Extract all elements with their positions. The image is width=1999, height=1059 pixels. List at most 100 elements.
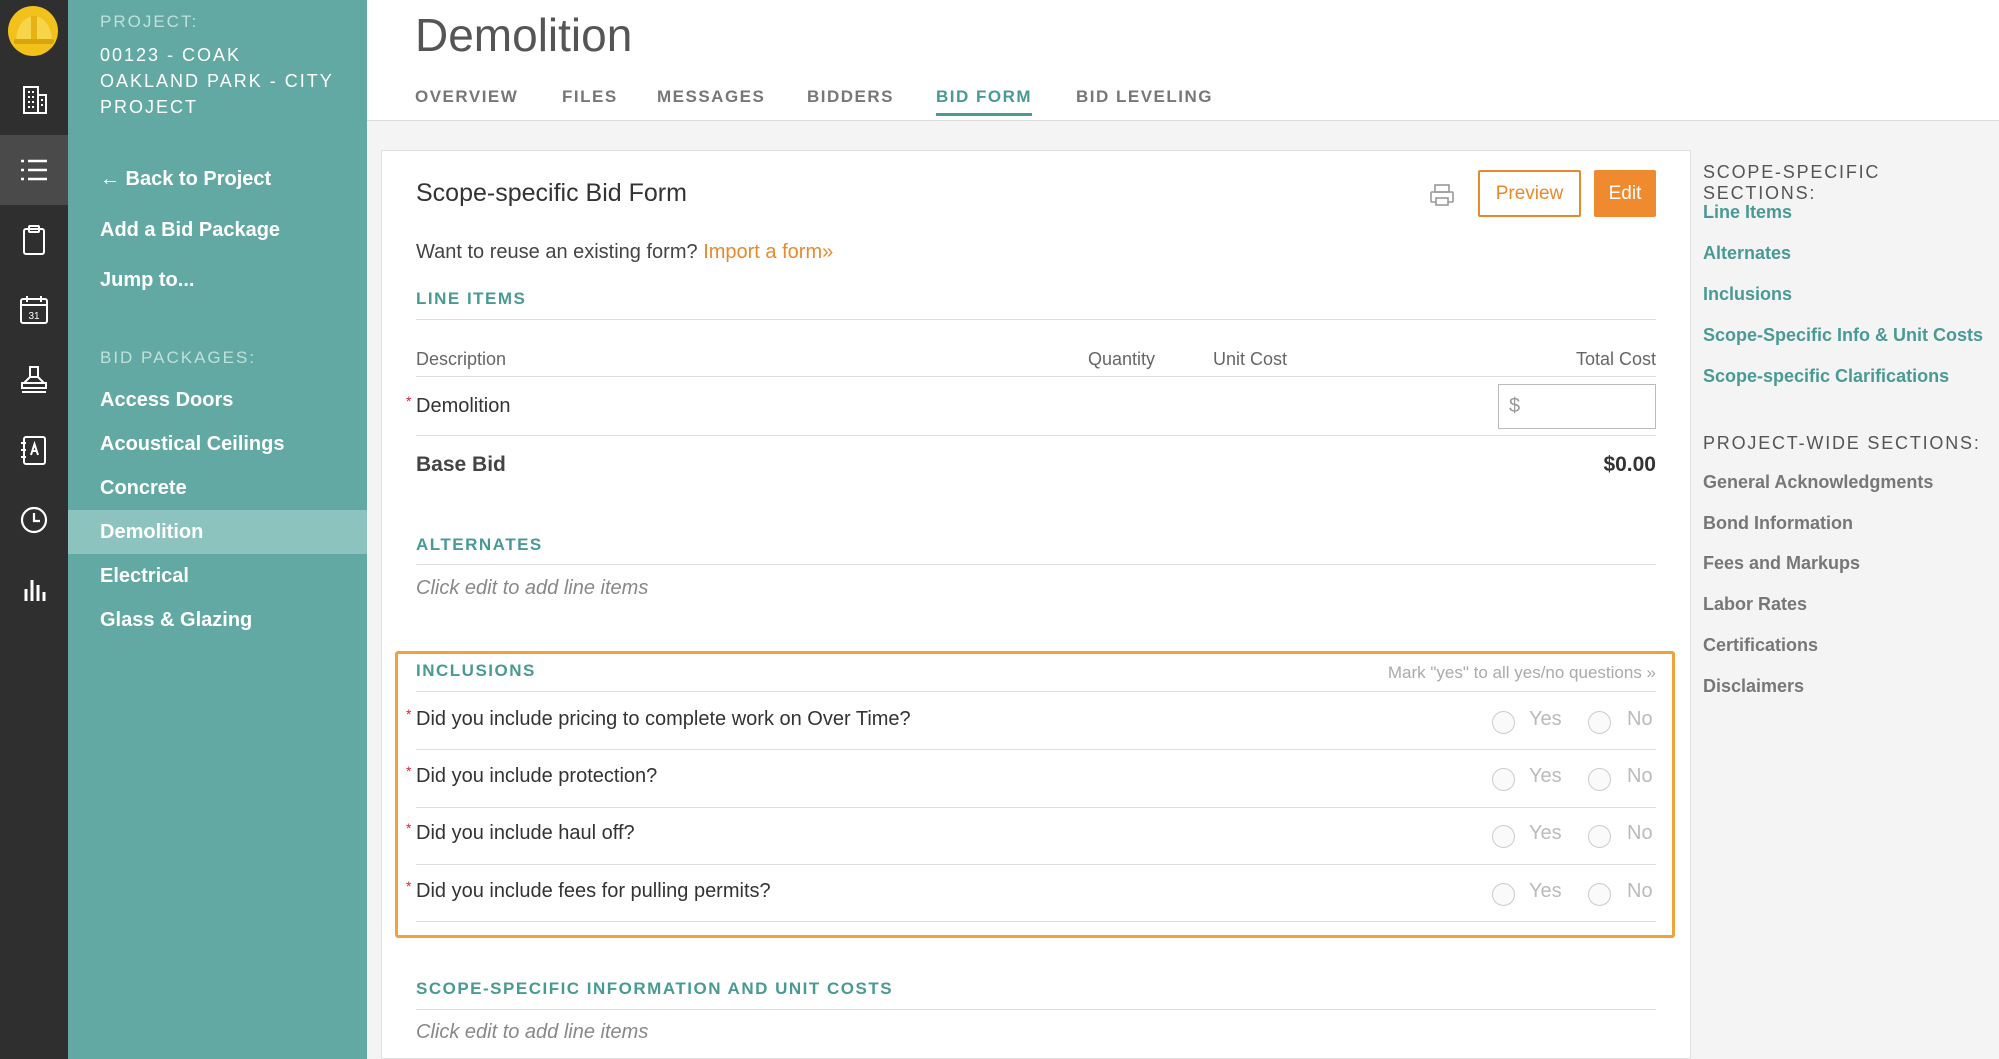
nav-fees-markups[interactable]: Fees and Markups	[1703, 553, 1860, 574]
back-to-project-link[interactable]: ← Back to Project	[100, 168, 271, 191]
divider	[416, 376, 1656, 377]
required-mark: *	[406, 763, 412, 779]
nav-scope-clarifications[interactable]: Scope-specific Clarifications	[1703, 366, 1949, 387]
bid-packages-heading: BID PACKAGES:	[100, 348, 257, 367]
yes-radio[interactable]	[1492, 768, 1515, 791]
page-header: Demolition OVERVIEW FILES MESSAGES BIDDE…	[367, 0, 1999, 121]
inclusion-question: Did you include pricing to complete work…	[416, 708, 911, 730]
yes-radio[interactable]	[1492, 711, 1515, 734]
nav-general-acknowledgments[interactable]: General Acknowledgments	[1703, 472, 1933, 493]
nav-labor-rates[interactable]: Labor Rates	[1703, 594, 1807, 615]
print-icon[interactable]	[1428, 181, 1456, 209]
nav-inclusions[interactable]: Inclusions	[1703, 284, 1792, 305]
inclusion-question: Did you include fees for pulling permits…	[416, 880, 771, 902]
nav-disclaimers[interactable]: Disclaimers	[1703, 676, 1804, 697]
edit-button[interactable]: Edit	[1594, 170, 1656, 217]
divider	[416, 921, 1656, 922]
yes-radio[interactable]	[1492, 883, 1515, 906]
hardhat-logo-icon[interactable]	[6, 4, 60, 58]
line-items-heading: LINE ITEMS	[416, 289, 527, 308]
project-sections-heading: PROJECT-WIDE SECTIONS:	[1703, 433, 1981, 453]
divider	[416, 435, 1656, 436]
required-mark: *	[406, 820, 412, 836]
no-label: No	[1627, 822, 1653, 844]
no-label: No	[1627, 708, 1653, 730]
total-cost-input[interactable]: $	[1498, 384, 1656, 429]
divider	[416, 691, 1656, 692]
yes-label: Yes	[1529, 880, 1562, 902]
tab-bidders[interactable]: BIDDERS	[807, 87, 894, 113]
bid-package-concrete[interactable]: Concrete	[68, 466, 367, 510]
no-radio[interactable]	[1588, 883, 1611, 906]
alternates-heading: ALTERNATES	[416, 535, 543, 554]
nav-bond-information[interactable]: Bond Information	[1703, 513, 1853, 534]
col-description: Description	[416, 349, 507, 369]
yes-radio[interactable]	[1492, 825, 1515, 848]
bid-package-demolition[interactable]: Demolition	[68, 510, 367, 554]
bid-package-electrical[interactable]: Electrical	[68, 554, 367, 598]
col-total-cost: Total Cost	[1575, 349, 1656, 369]
scope-info-hint: Click edit to add line items	[416, 1021, 649, 1043]
scope-sections-heading: SCOPE-SPECIFIC SECTIONS:	[1703, 162, 1881, 203]
jump-to-link[interactable]: Jump to...	[100, 269, 194, 292]
divider	[416, 319, 1656, 320]
bid-package-acoustical-ceilings[interactable]: Acoustical Ceilings	[68, 422, 367, 466]
bid-package-glass-glazing[interactable]: Glass & Glazing	[68, 598, 367, 642]
base-bid-value: $0.00	[1603, 453, 1656, 476]
divider	[416, 864, 1656, 865]
alternates-hint: Click edit to add line items	[416, 577, 649, 599]
no-label: No	[1627, 880, 1653, 902]
no-radio[interactable]	[1588, 711, 1611, 734]
page-title: Demolition	[415, 9, 633, 61]
reuse-form-text: Want to reuse an existing form?	[416, 241, 698, 263]
base-bid-label: Base Bid	[416, 453, 506, 476]
inclusions-heading: INCLUSIONS	[416, 661, 536, 680]
tab-overview[interactable]: OVERVIEW	[415, 87, 518, 113]
tab-messages[interactable]: MESSAGES	[657, 87, 765, 113]
required-mark: *	[406, 393, 412, 409]
inclusion-question: Did you include protection?	[416, 765, 658, 787]
tab-bid-form[interactable]: BID FORM	[936, 87, 1033, 116]
nav-line-items[interactable]: Line Items	[1703, 202, 1792, 223]
project-label: PROJECT:	[100, 12, 199, 31]
calendar-icon[interactable]: 31	[0, 275, 68, 345]
line-item-description: Demolition	[416, 395, 511, 417]
no-radio[interactable]	[1588, 825, 1611, 848]
building-icon[interactable]	[0, 65, 68, 135]
reuse-form-prompt: Want to reuse an existing form? Import a…	[416, 241, 833, 264]
no-radio[interactable]	[1588, 768, 1611, 791]
contacts-book-icon[interactable]	[0, 415, 68, 485]
form-title: Scope-specific Bid Form	[416, 179, 687, 207]
scope-info-heading: SCOPE-SPECIFIC INFORMATION AND UNIT COST…	[416, 979, 894, 998]
clock-icon[interactable]	[0, 485, 68, 555]
bar-chart-icon[interactable]	[0, 555, 68, 625]
bid-form-card: Scope-specific Bid Form Preview Edit Wan…	[381, 150, 1691, 1059]
icon-rail: 31	[0, 0, 68, 1059]
yes-label: Yes	[1529, 822, 1562, 844]
clipboard-icon[interactable]	[0, 205, 68, 275]
import-form-link[interactable]: Import a form»	[703, 241, 833, 263]
bid-package-access-doors[interactable]: Access Doors	[68, 378, 367, 422]
preview-button[interactable]: Preview	[1478, 170, 1581, 217]
inclusion-question: Did you include haul off?	[416, 822, 635, 844]
yes-label: Yes	[1529, 765, 1562, 787]
svg-text:31: 31	[28, 311, 40, 322]
divider	[416, 564, 1656, 565]
mark-all-yes-link[interactable]: Mark "yes" to all yes/no questions »	[1346, 663, 1656, 683]
nav-alternates[interactable]: Alternates	[1703, 243, 1791, 264]
add-bid-package-link[interactable]: Add a Bid Package	[100, 219, 280, 242]
col-quantity: Quantity	[1088, 349, 1156, 369]
tab-bid-leveling[interactable]: BID LEVELING	[1076, 87, 1213, 113]
list-icon[interactable]	[0, 135, 68, 205]
project-name: 00123 - COAK OAKLAND PARK - CITY PROJECT	[100, 45, 334, 117]
col-unit-cost: Unit Cost	[1213, 349, 1288, 369]
divider	[416, 749, 1656, 750]
tab-files[interactable]: FILES	[562, 87, 618, 113]
divider	[416, 807, 1656, 808]
table-row: *	[406, 393, 411, 411]
divider	[416, 1009, 1656, 1010]
nav-scope-info-unit-costs[interactable]: Scope-Specific Info & Unit Costs	[1703, 325, 1983, 346]
project-sidebar: PROJECT: 00123 - COAK OAKLAND PARK - CIT…	[68, 0, 367, 1059]
stamp-icon[interactable]	[0, 345, 68, 415]
nav-certifications[interactable]: Certifications	[1703, 635, 1818, 656]
